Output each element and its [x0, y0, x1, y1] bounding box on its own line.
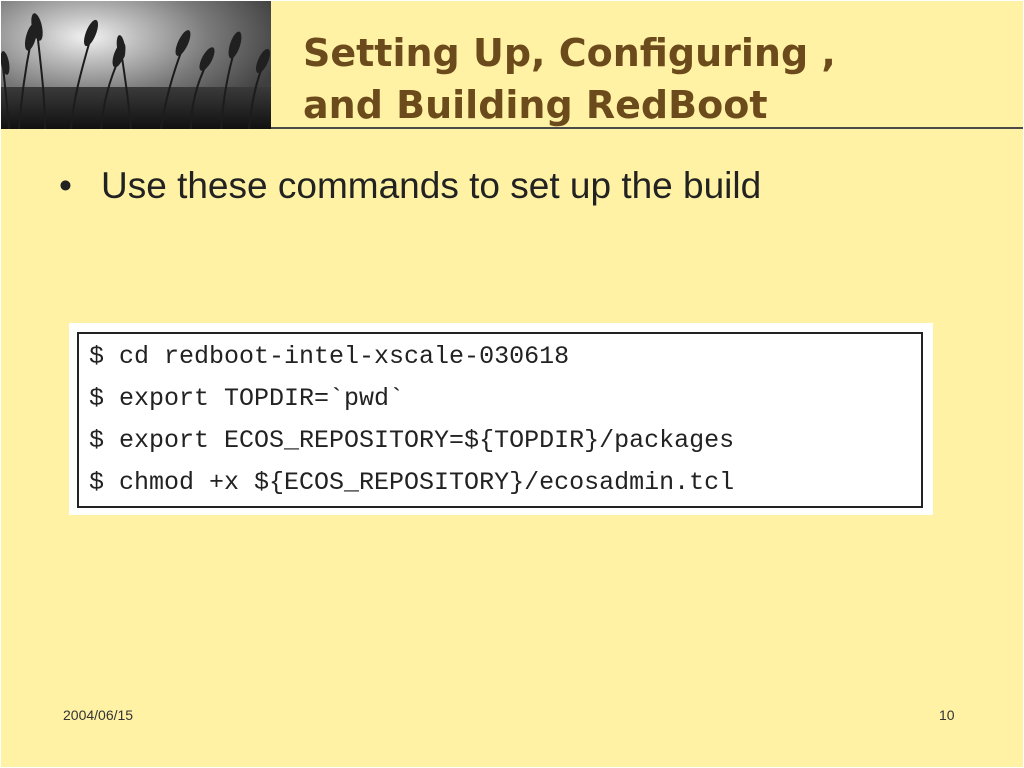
- slide-title: Setting Up, Configuring , and Building R…: [303, 31, 836, 127]
- bullet-list: • Use these commands to set up the build: [59, 165, 761, 207]
- slide-number: 10: [939, 707, 955, 723]
- code-line: $ cd redboot-intel-xscale-030618: [89, 342, 570, 371]
- code-line: $ export ECOS_REPOSITORY=${TOPDIR}/packa…: [89, 426, 735, 455]
- code-snippet-image: $ cd redboot-intel-xscale-030618 $ expor…: [69, 323, 933, 515]
- bullet-text: Use these commands to set up the build: [101, 165, 762, 206]
- code-line: $ chmod +x ${ECOS_REPOSITORY}/ecosadmin.…: [89, 468, 735, 497]
- bullet-marker: •: [59, 165, 72, 206]
- title-divider: [271, 127, 1023, 129]
- wheat-field-image: [1, 1, 271, 129]
- code-line: $ export TOPDIR=`pwd`: [89, 384, 405, 413]
- wheat-field-photo: [1, 1, 271, 129]
- slide: Setting Up, Configuring , and Building R…: [1, 1, 1023, 767]
- code-block: $ cd redboot-intel-xscale-030618 $ expor…: [77, 332, 923, 508]
- bullet-item: • Use these commands to set up the build: [59, 165, 761, 207]
- footer-date: 2004/06/15: [63, 707, 134, 723]
